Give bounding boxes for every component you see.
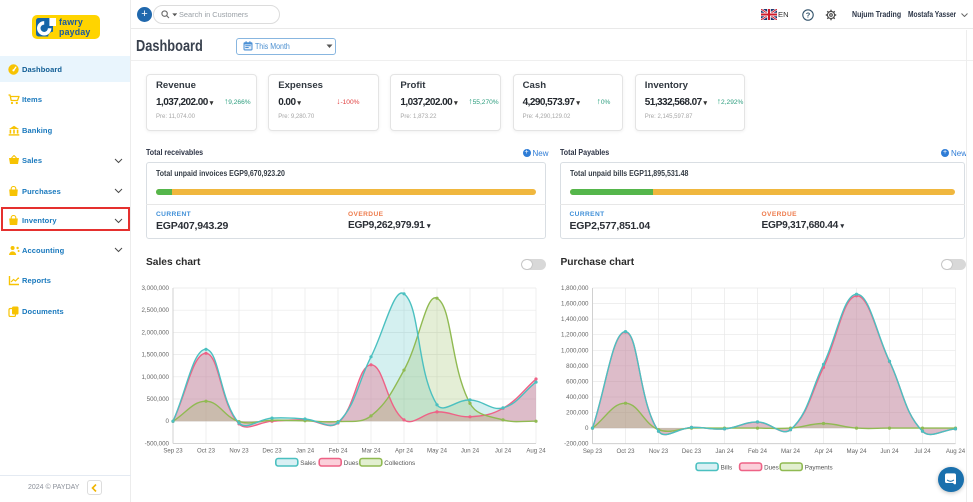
svg-text:-500,000: -500,000 (145, 440, 170, 447)
svg-text:2,000,000: 2,000,000 (141, 329, 169, 336)
svg-text:Oct 23: Oct 23 (617, 448, 636, 455)
svg-text:1,000,000: 1,000,000 (141, 374, 169, 381)
svg-text:Feb 24: Feb 24 (329, 448, 349, 455)
svg-text:Sales: Sales (300, 460, 316, 467)
svg-text:600,000: 600,000 (566, 378, 589, 385)
svg-text:1,400,000: 1,400,000 (561, 316, 589, 323)
svg-text:Jul 24: Jul 24 (914, 448, 931, 455)
svg-text:Dues: Dues (344, 460, 359, 467)
svg-text:0: 0 (585, 425, 589, 432)
svg-text:Jul 24: Jul 24 (495, 448, 512, 455)
svg-text:1,600,000: 1,600,000 (561, 301, 589, 308)
svg-text:800,000: 800,000 (566, 363, 589, 370)
svg-text:Collections: Collections (384, 460, 415, 467)
svg-text:Mar 24: Mar 24 (362, 448, 382, 455)
svg-text:Mar 24: Mar 24 (781, 448, 801, 455)
svg-text:1,800,000: 1,800,000 (561, 285, 589, 292)
svg-text:Feb 24: Feb 24 (748, 448, 768, 455)
svg-text:500,000: 500,000 (147, 396, 170, 403)
svg-text:Nov 23: Nov 23 (229, 448, 249, 455)
svg-text:-200,000: -200,000 (564, 441, 589, 448)
svg-text:May 24: May 24 (847, 448, 868, 455)
svg-text:Sep 23: Sep 23 (583, 448, 603, 455)
svg-text:Jun 24: Jun 24 (461, 448, 480, 455)
svg-text:3,000,000: 3,000,000 (141, 285, 169, 292)
svg-text:Sep 23: Sep 23 (163, 448, 183, 455)
svg-text:Dec 23: Dec 23 (262, 448, 282, 455)
svg-text:May 24: May 24 (427, 448, 448, 455)
svg-text:1,000,000: 1,000,000 (561, 347, 589, 354)
svg-text:Apr 24: Apr 24 (815, 448, 834, 455)
svg-text:2,500,000: 2,500,000 (141, 307, 169, 314)
svg-text:Jun 24: Jun 24 (880, 448, 899, 455)
svg-text:400,000: 400,000 (566, 394, 589, 401)
svg-text:Apr 24: Apr 24 (395, 448, 414, 455)
svg-text:Aug 24: Aug 24 (526, 448, 546, 455)
svg-text:Jan 24: Jan 24 (715, 448, 734, 455)
svg-text:0: 0 (166, 418, 170, 425)
svg-text:200,000: 200,000 (566, 410, 589, 417)
svg-text:Jan 24: Jan 24 (296, 448, 315, 455)
svg-text:Aug 24: Aug 24 (946, 448, 966, 455)
svg-text:Nov 23: Nov 23 (649, 448, 669, 455)
svg-text:?: ? (806, 10, 811, 19)
svg-text:Payments: Payments (805, 464, 833, 471)
svg-text:Dues: Dues (764, 464, 779, 471)
svg-text:Oct 23: Oct 23 (197, 448, 216, 455)
svg-text:Dec 23: Dec 23 (682, 448, 702, 455)
svg-text:1,500,000: 1,500,000 (141, 352, 169, 359)
svg-text:1,200,000: 1,200,000 (561, 332, 589, 339)
svg-text:Bills: Bills (721, 464, 733, 471)
